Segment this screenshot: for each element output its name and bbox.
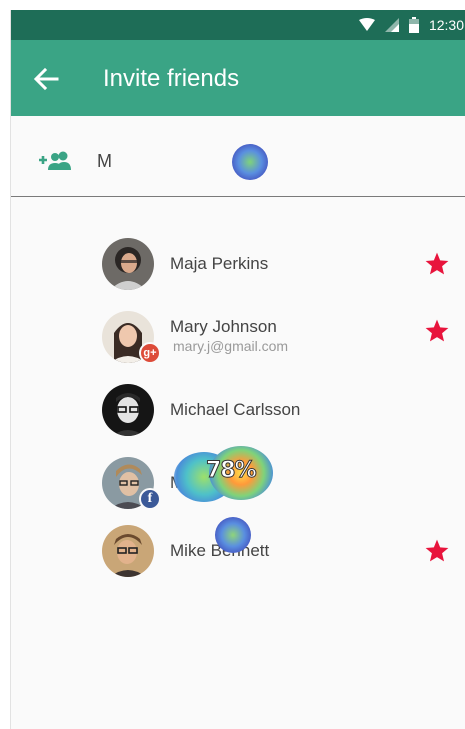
status-icons: 12:30 [358, 10, 465, 40]
status-bar: 12:30 [11, 10, 465, 40]
contact-name: Maja Perkins [170, 254, 269, 273]
contact-row-mike-allen[interactable]: f Mike Allen [11, 450, 465, 516]
search-input[interactable] [97, 146, 437, 176]
star-icon[interactable] [424, 538, 450, 564]
contact-name: Mike Allen [170, 473, 248, 492]
avatar [102, 384, 154, 436]
battery-icon [408, 17, 419, 33]
signal-icon [384, 18, 399, 32]
contact-row-michael-carlsson[interactable]: Michael Carlsson [11, 377, 465, 443]
star-icon[interactable] [424, 318, 450, 344]
facebook-icon: f [139, 488, 161, 510]
contact-row-mike-bennett[interactable]: Mike Bennett [11, 518, 465, 584]
back-button[interactable] [31, 64, 61, 94]
contact-row-mary-johnson[interactable]: g+ Mary Johnson mary.j@gmail.com [11, 304, 465, 370]
star-icon[interactable] [424, 251, 450, 277]
contact-name: Michael Carlsson [170, 400, 301, 419]
phone-screen: 12:30 Invite friends M Maja Perkins g+ M… [10, 10, 465, 729]
app-bar: Invite friends [11, 40, 465, 116]
contact-row-maja-perkins[interactable]: Maja Perkins [11, 231, 465, 297]
status-time: 12:30 [428, 17, 464, 33]
contact-name: Mary Johnson [170, 317, 277, 336]
google-plus-icon: g+ [139, 342, 161, 364]
arrow-left-icon [33, 67, 59, 91]
avatar [102, 525, 154, 577]
search-row [11, 116, 465, 204]
page-title: Invite friends [103, 65, 240, 92]
contact-name: Mike Bennett [170, 541, 270, 560]
contact-email: mary.j@gmail.com [173, 338, 289, 354]
add-person-icon[interactable] [37, 150, 73, 172]
wifi-icon [358, 18, 375, 31]
divider [11, 196, 465, 197]
avatar [102, 238, 154, 290]
